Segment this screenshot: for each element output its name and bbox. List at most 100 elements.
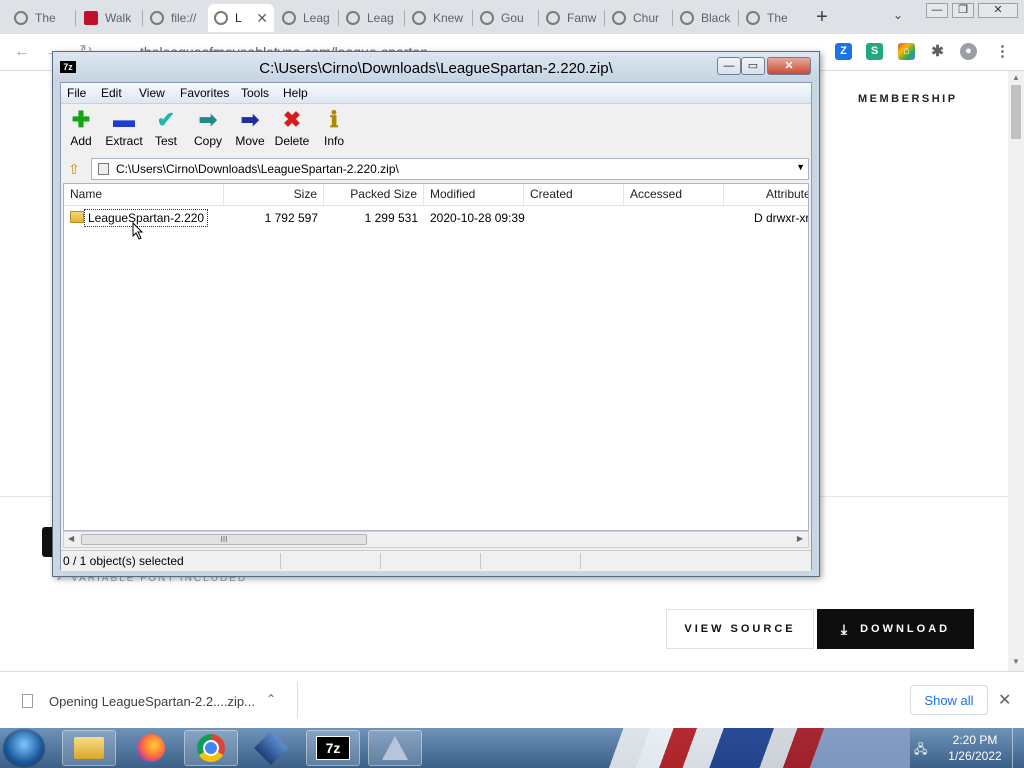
extensions-puzzle-icon[interactable]: ✱	[929, 43, 946, 60]
row-size: 1 792 597	[264, 211, 318, 225]
tab-divider	[404, 10, 405, 26]
start-button[interactable]	[4, 730, 44, 766]
copy-label: Copy	[193, 134, 222, 148]
browser-tab[interactable]: Leag	[340, 4, 402, 32]
7zip-minimize-button[interactable]: —	[717, 57, 741, 75]
extension-s-icon[interactable]: S	[866, 43, 883, 60]
close-icon[interactable]: ✕	[998, 690, 1011, 710]
browser-tab[interactable]: Walk	[78, 4, 140, 32]
horizontal-scrollbar[interactable]: ◀ III ▶	[63, 531, 809, 548]
column-name[interactable]: Name	[64, 184, 224, 205]
menu-view[interactable]: View	[139, 86, 165, 100]
clock-date[interactable]: 1/26/2022	[940, 749, 1010, 763]
browser-tab[interactable]: file://	[144, 4, 206, 32]
menu-tools[interactable]: Tools	[241, 86, 269, 100]
download-button[interactable]: ⤓ DOWNLOAD	[817, 609, 974, 649]
add-label: Add	[70, 134, 92, 148]
7zip-window-title: C:\Users\Cirno\Downloads\LeagueSpartan-2…	[259, 60, 613, 77]
tab-label: L	[235, 11, 242, 25]
menu-edit[interactable]: Edit	[101, 86, 122, 100]
move-button[interactable]: ➡ Move	[227, 108, 273, 152]
tab-divider	[472, 10, 473, 26]
7zip-address-bar[interactable]: C:\Users\Cirno\Downloads\LeagueSpartan-2…	[91, 158, 809, 180]
browser-tab[interactable]: The	[740, 4, 800, 32]
7zip-maximize-button[interactable]: ▭	[741, 57, 765, 75]
add-button[interactable]: ✚ Add	[58, 108, 104, 152]
tab-label: Fanw	[567, 11, 597, 25]
browser-tab[interactable]: The	[8, 4, 72, 32]
browser-tab-active[interactable]: L ✕	[208, 4, 274, 32]
table-row[interactable]: LeagueSpartan-2.220 1 792 597 1 299 531 …	[64, 208, 808, 228]
tab-divider	[538, 10, 539, 26]
file-list-header: Name Size Packed Size Modified Created A…	[64, 184, 808, 206]
back-icon[interactable]: ←	[13, 43, 31, 61]
chevron-up-icon[interactable]: ⌃	[266, 692, 276, 706]
extract-button[interactable]: ▬ Extract	[101, 108, 147, 152]
info-button[interactable]: ℹ Info	[311, 108, 357, 152]
clock-time[interactable]: 2:20 PM	[950, 733, 1000, 747]
horizontal-scrollbar-thumb[interactable]: III	[81, 534, 367, 545]
browser-close-button[interactable]: ✕	[978, 3, 1018, 18]
nav-membership-link[interactable]: MEMBERSHIP	[858, 93, 958, 105]
7zip-close-button[interactable]: ✕	[767, 57, 811, 75]
row-name[interactable]: LeagueSpartan-2.220	[84, 209, 209, 227]
tab-label: The	[767, 11, 788, 25]
browser-tab[interactable]: Fanw	[540, 4, 602, 32]
7zip-file-list[interactable]: Name Size Packed Size Modified Created A…	[63, 183, 809, 531]
browser-tab[interactable]: Black	[674, 4, 736, 32]
scroll-left-icon[interactable]: ◀	[68, 534, 74, 543]
globe-icon	[412, 11, 426, 25]
delete-button[interactable]: ✖ Delete	[269, 108, 315, 152]
browser-tab[interactable]: Knew	[406, 4, 470, 32]
7zip-titlebar[interactable]: 7z C:\Users\Cirno\Downloads\LeagueSparta…	[53, 52, 819, 82]
network-icon[interactable]: 🖧	[914, 740, 932, 756]
browser-menu-icon[interactable]: ⋮	[994, 43, 1011, 60]
column-modified[interactable]: Modified	[424, 184, 524, 205]
profile-avatar-icon[interactable]: ●	[960, 43, 977, 60]
column-size[interactable]: Size	[224, 184, 324, 205]
extension-home-icon[interactable]: ⌂	[898, 43, 915, 60]
7zip-icon[interactable]: 7z	[306, 730, 360, 766]
page-scrollbar[interactable]: ▲ ▼	[1008, 71, 1024, 671]
browser-minimize-button[interactable]: —	[926, 3, 948, 18]
menu-help[interactable]: Help	[283, 86, 308, 100]
new-tab-button[interactable]: +	[810, 6, 834, 30]
firefox-icon[interactable]	[124, 730, 178, 766]
download-shelf: Opening LeagueSpartan-2.2....zip... ⌃ Sh…	[0, 671, 1024, 729]
tab-close-icon[interactable]: ✕	[252, 10, 268, 27]
tab-divider	[738, 10, 739, 26]
menu-file[interactable]: File	[67, 86, 86, 100]
virtualbox-icon[interactable]	[244, 730, 298, 766]
archive-icon	[98, 163, 109, 175]
menu-favorites[interactable]: Favorites	[180, 86, 229, 100]
chrome-icon[interactable]	[184, 730, 238, 766]
copy-button[interactable]: ➡ Copy	[185, 108, 231, 152]
tab-divider	[142, 10, 143, 26]
column-attributes[interactable]: Attribute	[724, 184, 808, 205]
app-icon[interactable]	[368, 730, 422, 766]
scroll-down-icon[interactable]: ▼	[1012, 657, 1020, 666]
file-explorer-icon[interactable]	[62, 730, 116, 766]
scrollbar-thumb[interactable]	[1011, 85, 1021, 139]
browser-tab[interactable]: Leag	[276, 4, 336, 32]
show-all-button[interactable]: Show all	[910, 685, 988, 715]
browser-tab[interactable]: Gou	[474, 4, 536, 32]
browser-tab[interactable]: Chur	[606, 4, 670, 32]
extension-z-icon[interactable]: Z	[835, 43, 852, 60]
folder-up-icon[interactable]: ⇧	[63, 158, 85, 180]
column-created[interactable]: Created	[524, 184, 624, 205]
test-button[interactable]: ✔ Test	[143, 108, 189, 152]
tab-search-icon[interactable]: ⌄	[888, 8, 908, 26]
browser-restore-button[interactable]: ❐	[952, 3, 974, 18]
show-desktop-button[interactable]	[1012, 728, 1024, 768]
scroll-right-icon[interactable]: ▶	[797, 534, 803, 543]
scroll-up-icon[interactable]: ▲	[1012, 73, 1020, 82]
file-icon	[22, 694, 33, 708]
info-label: Info	[323, 134, 344, 148]
view-source-button[interactable]: VIEW SOURCE	[666, 609, 814, 649]
column-accessed[interactable]: Accessed	[624, 184, 724, 205]
extract-label: Extract	[105, 134, 143, 148]
chevron-down-icon[interactable]: ▼	[796, 162, 805, 172]
download-item[interactable]: Opening LeagueSpartan-2.2....zip...	[49, 694, 255, 709]
column-packed-size[interactable]: Packed Size	[324, 184, 424, 205]
